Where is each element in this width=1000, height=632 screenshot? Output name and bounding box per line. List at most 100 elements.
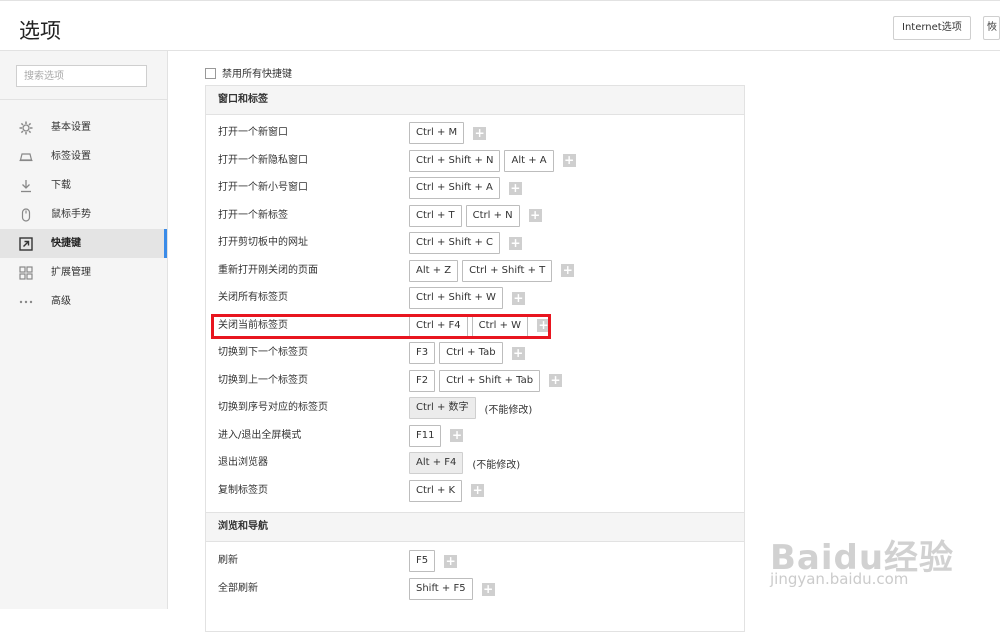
- shortcut-key-button[interactable]: F3: [409, 342, 436, 364]
- section-window-and-tabs: 窗口和标签 打开一个新窗口 Ctrl + M + 打开一个新隐私窗口 Ctrl + Sh…: [205, 85, 745, 563]
- add-shortcut-icon[interactable]: +: [508, 181, 522, 195]
- shortcut-key-button[interactable]: Ctrl + T: [409, 204, 462, 227]
- shortcut-keys: F3 Ctrl + Tab +: [409, 341, 525, 365]
- shortcut-key-button[interactable]: Ctrl + N: [465, 204, 520, 227]
- shortcut-label: 切换到上一个标签页: [218, 374, 308, 386]
- shortcut-key-button[interactable]: Ctrl + W: [471, 314, 529, 337]
- shortcut-label: 打开剪切板中的网址: [218, 237, 308, 248]
- shortcut-row: 进入/退出全屏模式 F11 +: [206, 424, 746, 448]
- add-shortcut-icon[interactable]: +: [511, 291, 525, 305]
- shortcut-key-button[interactable]: Ctrl + Shift + N: [409, 149, 501, 172]
- shortcut-key-button[interactable]: Shift + F5: [409, 578, 473, 600]
- add-shortcut-icon[interactable]: +: [481, 582, 495, 596]
- sidebar-item-tab-settings[interactable]: 标签设置: [0, 142, 167, 171]
- shortcut-key-button[interactable]: Ctrl + F4: [409, 314, 468, 337]
- shortcut-keys: Ctrl + F4 Ctrl + W +: [409, 314, 551, 338]
- shortcut-key-button[interactable]: Ctrl + M: [409, 122, 465, 144]
- shortcut-keys: Alt + F4 (不能修改): [409, 451, 520, 475]
- add-shortcut-icon[interactable]: +: [528, 209, 542, 222]
- add-shortcut-icon[interactable]: +: [471, 484, 485, 497]
- shortcut-key-button[interactable]: Alt + A: [504, 149, 554, 172]
- add-shortcut-icon[interactable]: +: [450, 429, 464, 442]
- shortcut-row: 关闭当前标签页 Ctrl + F4 Ctrl + W +: [206, 314, 746, 338]
- readonly-note: (不能修改): [484, 404, 533, 416]
- add-shortcut-icon[interactable]: +: [508, 236, 522, 250]
- watermark-url: jingyan.baidu.com: [770, 570, 909, 588]
- shortcut-label: 打开一个新标签: [218, 209, 288, 221]
- internet-options-button[interactable]: Internet选项: [893, 16, 971, 40]
- main-content: 禁用所有快捷键 窗口和标签 打开一个新窗口 Ctrl + M + 打开一个新隐私窗口 C…: [168, 51, 1000, 632]
- disable-all-label: 禁用所有快捷键: [222, 69, 292, 80]
- shortcut-row: 关闭所有标签页 Ctrl + Shift + W +: [206, 286, 746, 310]
- top-bar: 选项 Internet选项 恢: [0, 0, 1000, 51]
- shortcut-key-button[interactable]: F2: [409, 369, 436, 392]
- shortcut-label: 复制标签页: [218, 484, 268, 496]
- sidebar-item-label: 扩展管理: [51, 267, 91, 278]
- search-input[interactable]: [16, 65, 147, 87]
- sidebar-item-label: 鼠标手势: [51, 209, 91, 220]
- add-shortcut-icon[interactable]: +: [444, 554, 458, 568]
- readonly-note: (不能修改): [472, 459, 521, 471]
- shortcut-key-button[interactable]: Ctrl + Tab: [439, 342, 503, 364]
- shortcut-row: 切换到下一个标签页 F3 Ctrl + Tab +: [206, 341, 746, 365]
- shortcut-key-button[interactable]: Ctrl + Shift + T: [462, 259, 553, 282]
- shortcut-keys: Ctrl + 数字 (不能修改): [409, 396, 532, 420]
- add-shortcut-icon[interactable]: +: [473, 126, 487, 140]
- shortcut-key-button[interactable]: F11: [409, 424, 442, 447]
- sidebar-item-label: 下载: [51, 180, 71, 191]
- restore-button[interactable]: 恢: [983, 16, 1000, 40]
- add-shortcut-icon[interactable]: +: [511, 346, 525, 360]
- tab-icon: [18, 149, 33, 164]
- shortcut-key-button[interactable]: Ctrl + Shift + A: [409, 177, 500, 199]
- add-shortcut-icon[interactable]: +: [549, 374, 563, 387]
- shortcut-label: 重新打开刚关闭的页面: [218, 264, 318, 276]
- shortcut-keys: Ctrl + M +: [409, 121, 487, 145]
- shortcut-key-button[interactable]: Ctrl + Shift + C: [409, 232, 500, 254]
- sidebar-item-mouse-gestures[interactable]: 鼠标手势: [0, 200, 167, 229]
- sidebar-item-shortcuts[interactable]: 快捷键: [0, 229, 167, 258]
- sidebar-item-basic-settings[interactable]: 基本设置: [0, 113, 167, 142]
- shortcut-label: 退出浏览器: [218, 457, 268, 468]
- shortcut-key-button: Ctrl + 数字: [409, 397, 476, 419]
- section-browse-and-navigate: 浏览和导航 刷新 F5 + 全部刷新 Shift + F5 +: [205, 512, 745, 632]
- shortcut-key-button[interactable]: Ctrl + Shift + Tab: [439, 369, 541, 392]
- shortcut-label: 关闭当前标签页: [218, 319, 288, 331]
- shortcut-label: 打开一个新隐私窗口: [218, 154, 308, 166]
- mouse-icon: [18, 207, 33, 222]
- shortcut-row: 刷新 F5 +: [206, 549, 746, 573]
- shortcut-row: 打开一个新标签 Ctrl + T Ctrl + N +: [206, 204, 746, 228]
- shortcut-keys: Ctrl + Shift + N Alt + A +: [409, 149, 576, 173]
- add-shortcut-icon[interactable]: +: [561, 264, 575, 277]
- shortcut-label: 刷新: [218, 555, 238, 566]
- gear-icon: [18, 120, 33, 135]
- extensions-icon: [18, 265, 33, 280]
- shortcut-label: 关闭所有标签页: [218, 292, 288, 303]
- sidebar: 基本设置 标签设置 下载 鼠标手势 快捷键 扩展管理 高级: [0, 51, 168, 609]
- shortcut-row: 切换到上一个标签页 F2 Ctrl + Shift + Tab +: [206, 369, 746, 393]
- shortcut-row: 打开一个新隐私窗口 Ctrl + Shift + N Alt + A +: [206, 149, 746, 173]
- shortcut-row: 退出浏览器 Alt + F4 (不能修改): [206, 451, 746, 475]
- shortcut-key-button[interactable]: F5: [409, 550, 436, 572]
- shortcut-row: 重新打开刚关闭的页面 Alt + Z Ctrl + Shift + T +: [206, 259, 746, 283]
- shortcut-row: 打开一个新小号窗口 Ctrl + Shift + A +: [206, 176, 746, 200]
- shortcut-keys: Shift + F5 +: [409, 577, 495, 601]
- more-icon: [18, 294, 33, 309]
- sidebar-item-label: 基本设置: [51, 122, 91, 133]
- sidebar-item-extensions[interactable]: 扩展管理: [0, 258, 167, 287]
- shortcut-label: 打开一个新小号窗口: [218, 182, 308, 193]
- section-title: 浏览和导航: [206, 513, 744, 542]
- sidebar-item-download[interactable]: 下载: [0, 171, 167, 200]
- shortcut-label: 切换到序号对应的标签页: [218, 402, 328, 413]
- add-shortcut-icon[interactable]: +: [537, 319, 551, 332]
- sidebar-item-advanced[interactable]: 高级: [0, 287, 167, 316]
- sidebar-item-label: 标签设置: [51, 151, 91, 162]
- add-shortcut-icon[interactable]: +: [562, 154, 576, 167]
- shortcut-key-button[interactable]: Ctrl + K: [409, 479, 463, 502]
- sidebar-item-label: 快捷键: [51, 238, 81, 249]
- disable-all-checkbox[interactable]: [205, 68, 216, 79]
- shortcut-label: 切换到下一个标签页: [218, 347, 308, 358]
- shortcut-key-button[interactable]: Alt + Z: [409, 259, 459, 282]
- shortcut-keys: Ctrl + Shift + C +: [409, 231, 522, 255]
- shortcut-key-button[interactable]: Ctrl + Shift + W: [409, 287, 503, 309]
- shortcut-keys: Alt + Z Ctrl + Shift + T +: [409, 259, 575, 283]
